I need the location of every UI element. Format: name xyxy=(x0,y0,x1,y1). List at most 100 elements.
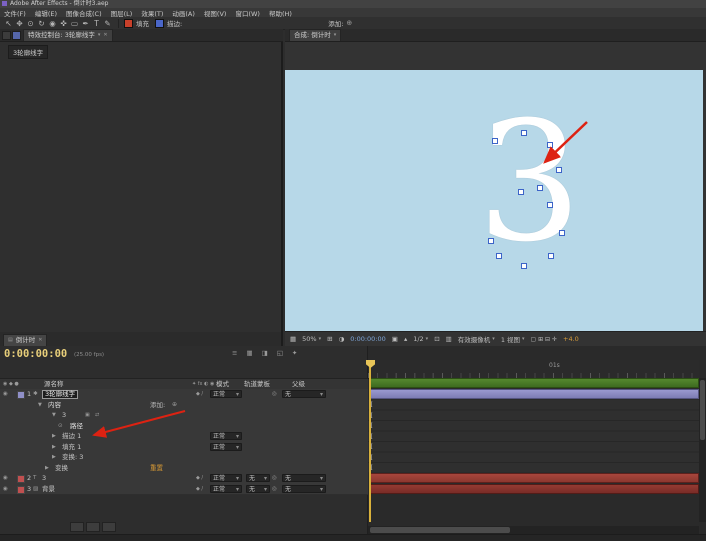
parent-pickwhip-icon[interactable]: ◎ xyxy=(272,389,277,399)
camera-select[interactable]: 有效摄像机 ▾ xyxy=(458,334,495,344)
group-direction-icon[interactable]: ⇄ xyxy=(95,410,99,420)
menu-item-layer[interactable]: 图层(L) xyxy=(111,8,133,18)
tab-composition[interactable]: 合成: 倒计时 ▾ xyxy=(289,29,341,41)
path-vertex[interactable] xyxy=(496,253,502,259)
work-area-bar[interactable] xyxy=(369,378,699,388)
transform-reset-link[interactable]: 重置 xyxy=(150,463,163,473)
grid-guides-icon[interactable]: ▦ xyxy=(290,335,296,343)
tab-dropdown-icon[interactable]: ▾ xyxy=(98,30,101,41)
menu-item-edit[interactable]: 编辑(E) xyxy=(35,8,57,18)
stopwatch-icon[interactable]: ⊙ xyxy=(58,421,63,431)
frame-blending-icon[interactable]: ◱ xyxy=(277,349,283,357)
transparency-grid-icon[interactable]: ▥ xyxy=(446,335,452,343)
path-vertex[interactable] xyxy=(521,130,527,136)
type-tool-icon[interactable]: T xyxy=(91,19,102,28)
menu-item-window[interactable]: 窗口(W) xyxy=(235,8,260,18)
hand-tool-icon[interactable]: ✥ xyxy=(14,19,25,28)
layer-bar-1[interactable] xyxy=(369,389,699,399)
pen-tool-icon[interactable]: ✒ xyxy=(80,19,91,28)
blend-mode-select[interactable]: 正常▾ xyxy=(210,485,242,493)
tab-dropdown-icon[interactable]: ▾ xyxy=(334,30,337,41)
composition-mini-flowchart-icon[interactable]: ≡ xyxy=(232,349,237,357)
parent-pickwhip-icon[interactable]: ◎ xyxy=(272,484,277,494)
parent-pickwhip-icon[interactable]: ◎ xyxy=(272,473,277,483)
effects-layer-label[interactable]: 3轮廓线字 xyxy=(8,45,48,59)
visibility-toggle-icon[interactable]: ◉ xyxy=(3,473,8,483)
hide-shy-layers-icon[interactable]: ◨ xyxy=(262,349,268,357)
shape-tool-icon[interactable]: ▭ xyxy=(69,19,80,28)
stroke-blend-mode-select[interactable]: 正常▾ xyxy=(210,432,242,440)
twirl-open-icon[interactable]: ▼ xyxy=(38,400,42,410)
path-vertex[interactable] xyxy=(548,253,554,259)
safe-areas-icon[interactable]: ⊞ xyxy=(327,335,332,343)
blend-mode-select[interactable]: 正常▾ xyxy=(210,474,242,482)
path-vertex[interactable] xyxy=(492,138,498,144)
viewer-timecode[interactable]: 0:00:00:00 xyxy=(350,335,386,343)
layer-color-chip[interactable] xyxy=(17,486,25,494)
add-shape-icon[interactable]: ⊕ xyxy=(346,19,352,27)
layer-color-chip[interactable] xyxy=(17,475,25,483)
menu-item-animation[interactable]: 动画(A) xyxy=(172,8,195,18)
fill-blend-mode-select[interactable]: 正常▾ xyxy=(210,443,242,451)
zoom-select[interactable]: 50% ▾ xyxy=(302,335,321,343)
twirl-closed-icon[interactable]: ▶ xyxy=(52,431,56,441)
path-vertex[interactable] xyxy=(537,185,543,191)
parent-select[interactable]: 无▾ xyxy=(282,485,326,493)
source-name-header[interactable]: 源名称 xyxy=(44,379,64,389)
track-matte-header[interactable]: 轨道蒙板 xyxy=(244,379,270,389)
track-matte-select[interactable]: 无▾ xyxy=(246,485,270,493)
twirl-closed-icon[interactable]: ▶ xyxy=(52,452,56,462)
layer-switches[interactable]: ◆ / xyxy=(196,473,203,483)
timeline-vertical-scrollbar[interactable] xyxy=(699,378,706,522)
composition-canvas[interactable]: 3 xyxy=(285,70,703,331)
tab-effect-controls[interactable]: 特效控制台: 3轮廓线字 ▾ ✕ xyxy=(23,29,113,41)
twirl-open-icon[interactable]: ▼ xyxy=(52,410,56,420)
panel-grip-icon[interactable] xyxy=(2,31,11,40)
layer-bar-2[interactable] xyxy=(369,473,699,483)
parent-header[interactable]: 父级 xyxy=(292,379,305,389)
resolution-select[interactable]: 1/2 ▾ xyxy=(413,335,428,343)
tab-close-icon[interactable]: ✕ xyxy=(103,30,107,41)
twirl-closed-icon[interactable]: ▶ xyxy=(45,463,49,473)
channels-icon[interactable]: ◑ xyxy=(339,335,345,343)
pixel-aspect-icons[interactable]: ▢ ⊞ ⊟ ✛ xyxy=(531,336,557,343)
expand-transfer-controls-button[interactable] xyxy=(86,522,100,532)
menu-item-file[interactable]: 文件(F) xyxy=(4,8,26,18)
time-ruler[interactable]: 01s xyxy=(368,360,699,379)
path-vertex[interactable] xyxy=(547,202,553,208)
layer-name[interactable]: 3 xyxy=(42,473,46,483)
layer-bar-3[interactable] xyxy=(369,484,699,494)
layer-name[interactable]: 背景 xyxy=(42,484,55,494)
path-vertex[interactable] xyxy=(488,238,494,244)
exposure-value[interactable]: +4.0 xyxy=(563,335,579,343)
show-snapshot-icon[interactable]: ▴ xyxy=(404,335,407,343)
group-blend-icon[interactable]: ▣ xyxy=(85,410,90,420)
path-vertex[interactable] xyxy=(547,142,553,148)
tab-close-icon[interactable]: ✕ xyxy=(38,335,42,346)
parent-select[interactable]: 无▾ xyxy=(282,474,326,482)
layer-color-chip[interactable] xyxy=(17,391,25,399)
panel-grip-icon[interactable] xyxy=(12,31,21,40)
path-vertex[interactable] xyxy=(521,263,527,269)
tab-timeline[interactable]: ▤ 倒计时 ✕ xyxy=(3,334,47,346)
menu-item-composition[interactable]: 图像合成(C) xyxy=(66,8,102,18)
twirl-closed-icon[interactable]: ▶ xyxy=(52,442,56,452)
brush-tool-icon[interactable]: ✎ xyxy=(102,19,113,28)
track-matte-select[interactable]: 无▾ xyxy=(246,474,270,482)
expand-inout-button[interactable] xyxy=(102,522,116,532)
layer-row-3[interactable]: ◉ 3 ▨ 背景 ◆ / 正常▾ 无▾ ◎ 无▾ xyxy=(0,484,368,496)
parent-select[interactable]: 无▾ xyxy=(282,390,326,398)
scrollbar-thumb[interactable] xyxy=(700,380,705,440)
draft-3d-icon[interactable]: ▦ xyxy=(246,349,252,357)
path-vertex[interactable] xyxy=(518,189,524,195)
menu-item-view[interactable]: 视图(V) xyxy=(204,8,227,18)
motion-blur-icon[interactable]: ✦ xyxy=(292,349,297,357)
visibility-toggle-icon[interactable]: ◉ xyxy=(3,389,8,399)
menu-item-help[interactable]: 帮助(H) xyxy=(269,8,292,18)
camera-tool-icon[interactable]: ◉ xyxy=(47,19,58,28)
snapshot-icon[interactable]: ▣ xyxy=(392,335,398,343)
rotate-tool-icon[interactable]: ↻ xyxy=(36,19,47,28)
expand-layer-switches-button[interactable] xyxy=(70,522,84,532)
view-layout-select[interactable]: 1 视图 ▾ xyxy=(501,334,525,344)
selection-tool-icon[interactable]: ↖ xyxy=(3,19,14,28)
